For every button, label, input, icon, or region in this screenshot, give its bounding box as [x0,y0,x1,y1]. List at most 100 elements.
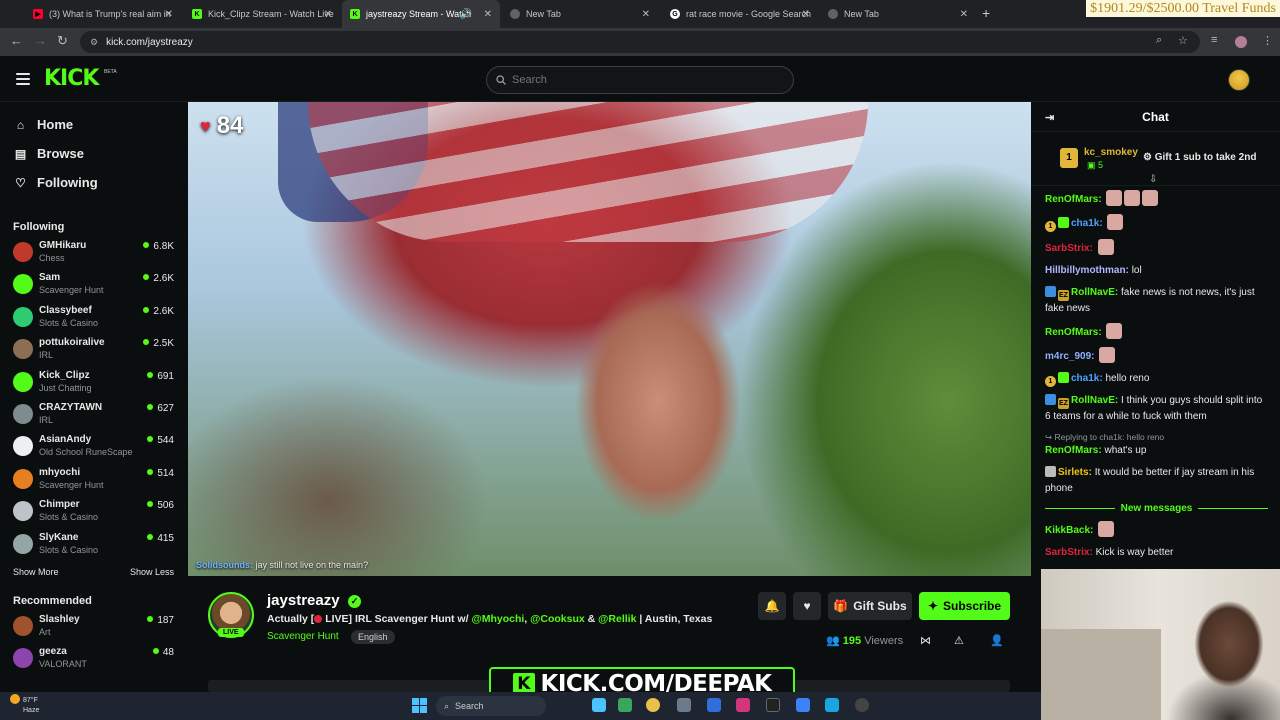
zoom-icon[interactable]: ⌕ [1156,34,1162,47]
browser-tab-3[interactable]: K jaystreazy Stream - Watch 🔊 ✕ [342,0,500,28]
chat-username[interactable]: SarbStrix: [1045,243,1093,254]
edge-icon[interactable] [618,698,632,712]
notification-bell-button[interactable]: 🔔 [758,592,786,620]
chrome-icon[interactable] [646,698,660,712]
gift-subs-button[interactable]: 🎁 Gift Subs [828,592,912,620]
address-bar[interactable]: ⚙ kick.com/jaystreazy [80,31,1200,53]
mention-link[interactable]: @Mhyochi [471,613,524,625]
app-icon[interactable] [855,698,869,712]
reply-context: ↪ Replying to cha1k: hello reno [1045,431,1268,443]
collapse-chat-icon[interactable]: ⇥ [1045,111,1054,124]
follow-button[interactable]: ♥ [793,592,821,620]
reply-text: Replying to cha1k: hello reno [1054,432,1165,442]
speaker-icon[interactable]: 🔊 [460,9,472,20]
reload-icon[interactable]: ↻ [57,33,68,49]
kick-logo[interactable]: KICK [44,66,99,91]
channel-item[interactable]: Slashley Art 187 [0,611,188,643]
chat-username[interactable]: cha1k: [1071,218,1103,229]
channel-item[interactable]: SlyKane Slots & Casino 415 [0,529,188,561]
nav-following[interactable]: ♡ Following [0,168,188,197]
browser-tab-2[interactable]: K Kick_Clipz Stream - Watch Live ✕ [184,0,340,28]
star-icon: ✦ [927,599,939,613]
channel-item[interactable]: Classybeef Slots & Casino 2.6K [0,302,188,334]
chat-username[interactable]: RenOfMars: [1045,194,1102,205]
new-messages-divider[interactable]: New messages [1045,503,1268,514]
channel-avatar [13,648,33,669]
weather-widget[interactable]: 87°F Haze [10,694,39,716]
mail-icon[interactable] [796,698,810,712]
browser-tab-5[interactable]: G rat race movie - Google Search ✕ [662,0,818,28]
chat-username[interactable]: RenOfMars: [1045,445,1102,456]
close-icon[interactable]: ✕ [484,9,492,20]
channel-viewers: 544 [147,435,174,446]
channel-item[interactable]: mhyochi Scavenger Hunt 514 [0,464,188,496]
close-icon[interactable]: ✕ [802,9,810,20]
pin-icon[interactable]: ⇩ [1149,174,1157,185]
nav-home[interactable]: ⌂ Home [0,110,188,139]
vscode-icon[interactable] [707,698,721,712]
channel-item[interactable]: Chimper Slots & Casino 506 [0,496,188,528]
obs-icon[interactable] [766,698,780,712]
show-more-button[interactable]: Show More [13,567,59,577]
close-icon[interactable]: ✕ [960,9,968,20]
chat-username[interactable]: KikkBack: [1045,525,1093,536]
subscribe-button[interactable]: ✦ Subscribe [919,592,1010,620]
taskbar-search[interactable]: ⌕ Search [436,696,546,716]
nav-browse[interactable]: ▤ Browse [0,139,188,168]
language-tag[interactable]: English [351,630,395,644]
instagram-icon[interactable] [736,698,750,712]
channel-item[interactable]: GMHikaru Chess 6.8K [0,237,188,269]
search-box[interactable] [486,66,794,94]
browser-tab-1[interactable]: ▶ (3) What is Trump's real aim in ✕ [25,0,181,28]
channel-item[interactable]: pottukoiralive IRL 2.5K [0,334,188,366]
settings-icon[interactable] [825,698,839,712]
mention-link[interactable]: @Rellik [598,613,636,625]
browser-tab-6[interactable]: New Tab ✕ [820,0,976,28]
chat-username[interactable]: Hillbillymothman: [1045,265,1129,276]
site-info-icon[interactable]: ⚙ [90,37,98,48]
video-player[interactable]: ♥ 84 Solidsounds: jay still not live on … [188,102,1031,576]
emote-image [1098,520,1115,537]
channel-item[interactable]: CRAZYTAWN IRL 627 [0,399,188,431]
new-tab-icon[interactable]: + [982,5,990,21]
category-link[interactable]: Scavenger Hunt [267,631,339,642]
browser-menu-icon[interactable]: ⋮ [1262,34,1273,47]
mention-link[interactable]: @Cooksux [530,613,585,625]
channel-item[interactable]: AsianAndy Old School RuneScape 544 [0,431,188,463]
windows-taskbar: 87°F Haze ⌕ Search [0,692,1041,720]
chat-username[interactable]: cha1k: [1071,373,1103,384]
file-explorer-icon[interactable] [677,698,691,712]
chat-username[interactable]: RollNavE: [1071,287,1118,298]
show-less-button[interactable]: Show Less [130,567,174,577]
leader-username[interactable]: kc_smokey [1084,147,1138,158]
chat-username[interactable]: RenOfMars: [1045,327,1102,338]
chat-username[interactable]: SarbStrix: [1045,547,1093,558]
browser-tab-4[interactable]: New Tab ✕ [502,0,658,28]
channel-item[interactable]: geeza VALORANT 48 [0,643,188,675]
bookmark-star-icon[interactable]: ☆ [1178,34,1188,47]
menu-icon[interactable] [16,73,30,85]
tab-title: Kick_Clipz Stream - Watch Live [208,9,334,19]
close-icon[interactable]: ✕ [324,9,332,20]
share-icon[interactable]: ⋈ [920,634,931,647]
chat-message: EZ RollNavE: I think you guys should spli… [1045,393,1268,425]
user-avatar[interactable] [1228,69,1250,91]
reading-list-icon[interactable]: ≡ [1211,34,1217,46]
user-add-icon[interactable]: 👤 [990,634,1004,647]
close-icon[interactable]: ✕ [642,9,650,20]
chat-username[interactable]: RollNavE: [1071,395,1118,406]
chat-username[interactable]: Sirlets: [1058,467,1092,478]
report-icon[interactable]: ⚠ [954,634,964,647]
streamer-name[interactable]: jaystreazy [267,592,340,609]
close-icon[interactable]: ✕ [165,9,173,20]
windows-start-icon[interactable] [412,698,427,713]
channel-item[interactable]: Sam Scavenger Hunt 2.6K [0,269,188,301]
back-icon[interactable]: ← [10,33,23,48]
forward-icon[interactable]: → [34,33,47,48]
chat-username[interactable]: m4rc_909: [1045,351,1094,362]
search-input[interactable] [512,74,762,86]
profile-avatar-icon[interactable] [1235,36,1247,48]
gift-prompt[interactable]: ⚙ Gift 1 sub to take 2nd [1143,152,1256,163]
task-view-icon[interactable] [592,698,606,712]
channel-item[interactable]: Kick_Clipz Just Chatting 691 [0,367,188,399]
